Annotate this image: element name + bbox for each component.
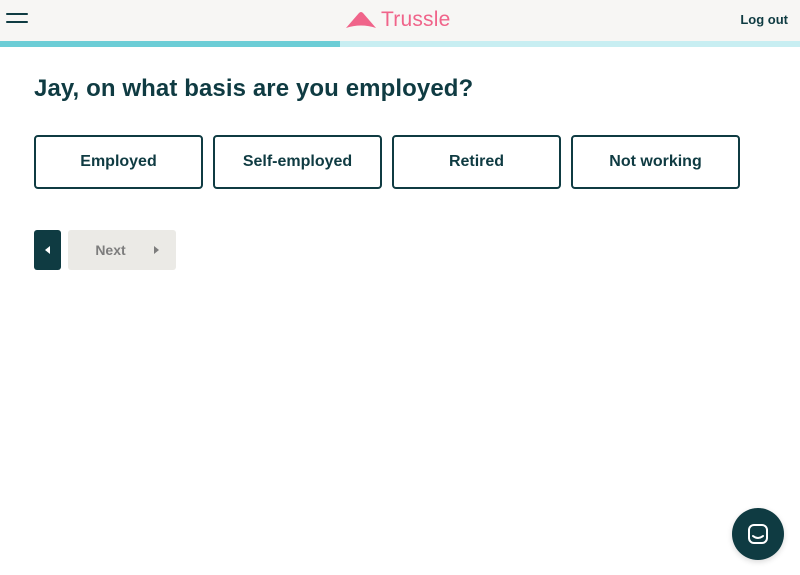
menu-line	[6, 21, 28, 23]
progress-bar-fill	[0, 41, 340, 47]
step-navigation: Next	[34, 230, 176, 270]
progress-bar	[0, 41, 800, 47]
option-retired-button[interactable]: Retired	[392, 135, 561, 189]
brand-logo[interactable]: Trussle	[345, 8, 450, 32]
menu-line	[6, 13, 28, 15]
next-button-label: Next	[95, 242, 126, 258]
back-button[interactable]	[34, 230, 61, 270]
chat-icon	[748, 524, 768, 544]
option-employed-button[interactable]: Employed	[34, 135, 203, 189]
employment-options: Employed Self-employed Retired Not worki…	[34, 135, 740, 189]
chat-launcher-button[interactable]	[732, 508, 784, 560]
top-bar: Trussle Log out	[0, 0, 800, 41]
logout-link[interactable]: Log out	[740, 12, 788, 27]
option-not-working-button[interactable]: Not working	[571, 135, 740, 189]
option-self-employed-button[interactable]: Self-employed	[213, 135, 382, 189]
hamburger-menu-icon[interactable]	[6, 11, 28, 25]
trussle-logo-icon	[346, 12, 376, 28]
triangle-left-icon	[45, 246, 50, 254]
next-button[interactable]: Next	[68, 230, 176, 270]
brand-name: Trussle	[381, 8, 451, 31]
triangle-right-icon	[153, 246, 159, 254]
page-title: Jay, on what basis are you employed?	[34, 75, 474, 102]
